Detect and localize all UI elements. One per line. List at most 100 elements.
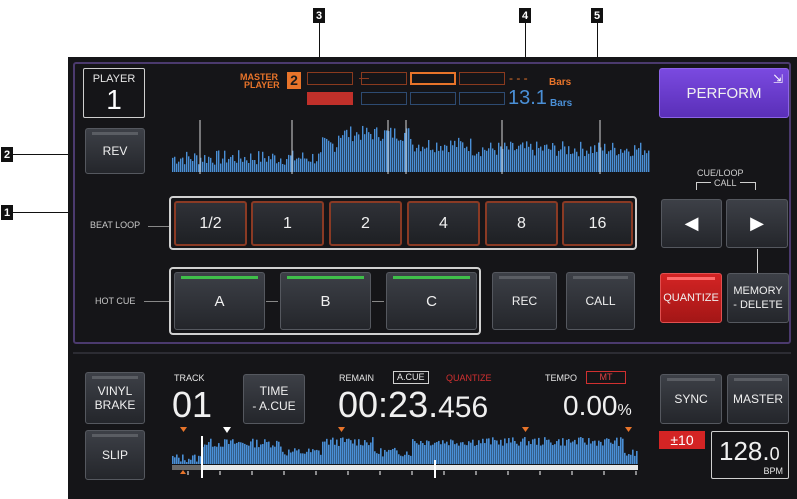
overview-bar [226, 439, 228, 464]
waveform-bar [306, 158, 308, 172]
overview-bar [300, 453, 302, 464]
waveform-bar [470, 138, 472, 172]
waveform-bar [204, 155, 206, 172]
waveform-bar [310, 161, 312, 172]
acue-badge: A.CUE [393, 371, 429, 384]
overview-bar [534, 438, 536, 464]
waveform-bar [550, 149, 552, 172]
triangle-left-icon: ◀ [684, 213, 699, 233]
time-acue-button[interactable]: TIME - A.CUE [243, 374, 305, 424]
beat-loop-button[interactable]: 1 [251, 201, 324, 246]
overview-bar [194, 454, 196, 464]
quantize-button[interactable]: QUANTIZE [660, 273, 722, 323]
rec-button[interactable]: REC [492, 272, 557, 330]
overview-bar [244, 443, 246, 464]
acue-label: - A.CUE [252, 399, 296, 413]
waveform-bar [468, 151, 470, 172]
waveform-bar [246, 160, 248, 172]
sync-button[interactable]: SYNC [660, 374, 722, 424]
waveform-bar [534, 155, 536, 172]
waveform-bar [184, 164, 186, 172]
overview-bar [338, 445, 340, 464]
hot-cue-button[interactable]: A [174, 272, 265, 330]
overview-bar [230, 440, 232, 464]
memory-delete-button[interactable]: MEMORY - DELETE [727, 273, 789, 323]
hot-cue-button[interactable]: C [386, 272, 477, 330]
cue-point-marker [625, 427, 632, 432]
waveform-bar [640, 142, 642, 172]
beat-loop-button[interactable]: 16 [562, 201, 633, 246]
overview-bar [400, 455, 402, 464]
overview-bar [326, 438, 328, 464]
overview-bar [426, 440, 428, 464]
playhead-line [201, 436, 203, 478]
waveform-bar [362, 125, 364, 172]
expand-icon: ⇲ [772, 72, 783, 86]
callout-1: 1 [1, 205, 13, 220]
overview-bar [582, 438, 584, 464]
waveform-bar [460, 141, 462, 172]
beat-loop-button[interactable]: 4 [407, 201, 480, 246]
overview-bar [412, 439, 414, 464]
master-button[interactable]: MASTER [727, 374, 789, 424]
waveform-bar [382, 138, 384, 172]
overview-bar [622, 438, 624, 464]
overview-waveform[interactable] [172, 424, 638, 480]
waveform-bar [322, 137, 324, 172]
progress-track [172, 465, 638, 470]
overview-bar [256, 439, 258, 464]
triangle-right-icon: ▶ [750, 213, 764, 233]
waveform-bar [242, 161, 244, 172]
overview-bar [580, 437, 582, 464]
cue-loop-call-next-button[interactable]: ▶ [726, 199, 788, 248]
vinyl-brake-button[interactable]: VINYL BRAKE [85, 372, 145, 424]
overview-bar [352, 443, 354, 464]
overview-bar [414, 441, 416, 464]
hot-cue-divider [266, 301, 278, 302]
waveform-bar [418, 144, 420, 172]
overview-bar [538, 437, 540, 464]
callout-4: 4 [519, 8, 531, 23]
overview-bar [554, 444, 556, 464]
overview-bar [504, 438, 506, 464]
waveform-bar [214, 164, 216, 172]
bars-label: Bars [550, 98, 573, 109]
overview-bar [488, 438, 490, 464]
beat-loop-button[interactable]: 2 [329, 201, 402, 246]
overview-bar [578, 437, 580, 464]
waveform-bar [476, 153, 478, 172]
cue-loop-call-prev-button[interactable]: ◀ [661, 199, 722, 248]
call-button[interactable]: CALL [566, 272, 635, 330]
waveform-bar [298, 157, 300, 172]
waveform-bar [336, 147, 338, 172]
slip-button[interactable]: SLIP [85, 430, 145, 480]
rev-label: REV [102, 144, 128, 158]
perform-button[interactable]: PERFORM ⇲ [659, 68, 789, 118]
overview-bar [362, 445, 364, 464]
waveform-bar [194, 153, 196, 172]
overview-bar [606, 438, 608, 464]
overview-bar [452, 440, 454, 464]
waveform-bar [450, 140, 452, 172]
waveform-bar [192, 161, 194, 172]
waveform-bar [642, 154, 644, 172]
overview-bar [456, 443, 458, 464]
phase-cell [410, 92, 456, 105]
enlarged-waveform [172, 120, 650, 174]
overview-bar [618, 445, 620, 464]
rev-button[interactable]: REV [85, 128, 145, 174]
beat-loop-button[interactable]: 8 [485, 201, 558, 246]
slip-indicator [92, 434, 138, 437]
time-display: 00:23.456 [338, 384, 488, 426]
overview-bar [476, 444, 478, 464]
phase-cell-active [410, 72, 456, 85]
overview-bar [344, 442, 346, 464]
waveform-bar [568, 146, 570, 172]
hot-cue-divider [372, 301, 384, 302]
overview-bar [396, 450, 398, 464]
overview-bar [450, 439, 452, 464]
beat-loop-button[interactable]: 1/2 [174, 201, 247, 246]
overview-bar [264, 439, 266, 464]
overview-bar [252, 438, 254, 464]
hot-cue-button[interactable]: B [280, 272, 371, 330]
